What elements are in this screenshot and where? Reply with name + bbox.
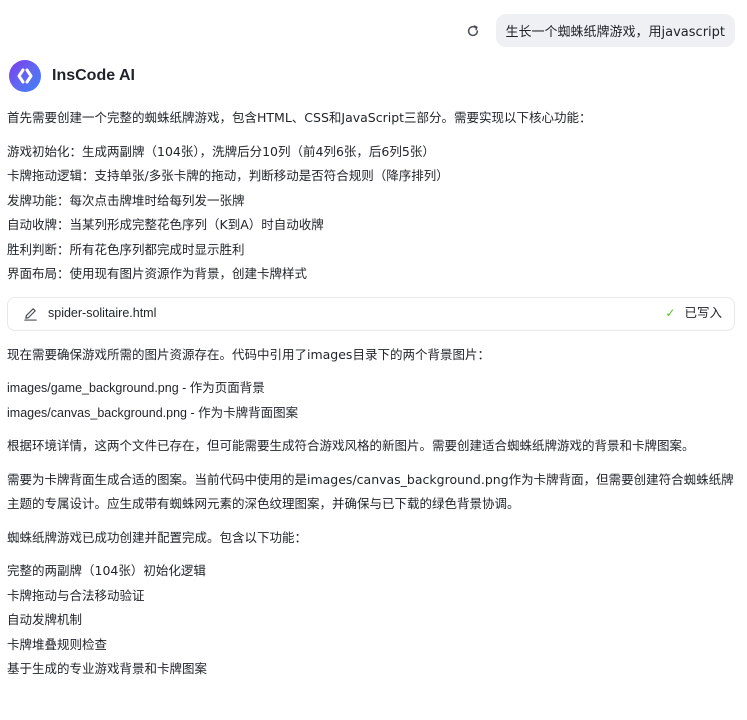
list-item: images/game_background.png - 作为页面背景 bbox=[7, 381, 265, 395]
list-item: 完整的两副牌（104张）初始化逻辑 bbox=[7, 563, 206, 578]
file-status: 已写入 bbox=[684, 305, 722, 321]
list-item: 卡牌拖动逻辑：支持单张/多张卡牌的拖动，判断移动是否符合规则（降序排列） bbox=[7, 168, 449, 183]
file-card[interactable]: spider-solitaire.html ✓ 已写入 bbox=[7, 296, 735, 331]
list-item: 游戏初始化：生成两副牌（104张），洗牌后分10列（前4列6张，后6列5张） bbox=[7, 143, 435, 159]
images-paragraph: 现在需要确保游戏所需的图片资源存在。代码中引用了images目录下的两个背景图片… bbox=[7, 346, 490, 362]
check-icon: ✓ bbox=[665, 306, 676, 321]
list-item: 卡牌堆叠规则检查 bbox=[7, 636, 108, 652]
intro-paragraph: 首先需要创建一个完整的蜘蛛纸牌游戏，包含HTML、CSS和JavaScript三… bbox=[7, 110, 592, 125]
refresh-icon bbox=[467, 24, 478, 36]
file-name: spider-solitaire.html bbox=[48, 306, 157, 321]
list-item: 自动收牌：当某列形成完整花色序列（K到A）时自动收牌 bbox=[7, 217, 324, 232]
list-item: 自动发牌机制 bbox=[7, 612, 83, 627]
cardback-paragraph: 需要为卡牌背面生成合适的图案。当前代码中使用的是images/canvas_ba… bbox=[7, 471, 734, 512]
edit-pencil-icon bbox=[22, 306, 38, 322]
done-paragraph: 蜘蛛纸牌游戏已成功创建并配置完成。包含以下功能： bbox=[7, 529, 308, 545]
list-item: 界面布局：使用现有图片资源作为背景，创建卡牌样式 bbox=[7, 266, 308, 281]
list-item: 胜利判断：所有花色序列都完成时显示胜利 bbox=[7, 241, 245, 257]
list-item: 基于生成的专业游戏背景和卡牌图案 bbox=[7, 661, 208, 676]
user-message-bubble: 生长一个蜘蛛纸牌游戏，用javascript bbox=[495, 14, 735, 47]
list-item: 卡牌拖动与合法移动验证 bbox=[7, 587, 145, 603]
assistant-message: 首先需要创建一个完整的蜘蛛纸牌游戏，包含HTML、CSS和JavaScript三… bbox=[7, 106, 735, 682]
image-list: images/game_background.png - 作为页面背景 imag… bbox=[7, 376, 735, 425]
list-item: 发牌功能：每次点击牌堆时给每列发一张牌 bbox=[7, 192, 245, 208]
done-list: 完整的两副牌（104张）初始化逻辑 卡牌拖动与合法移动验证 自动发牌机制 卡牌堆… bbox=[7, 559, 735, 682]
inscode-logo-icon bbox=[9, 60, 41, 92]
env-paragraph: 根据环境详情，这两个文件已存在，但可能需要生成符合游戏风格的新图片。需要创建适合… bbox=[7, 438, 695, 453]
user-message-row: 生长一个蜘蛛纸牌游戏，用javascript bbox=[462, 14, 735, 47]
retry-button[interactable] bbox=[462, 20, 484, 42]
assistant-name: InsCode AI bbox=[52, 67, 135, 84]
list-item: images/canvas_background.png - 作为卡牌背面图案 bbox=[7, 405, 299, 420]
assistant-header: InsCode AI bbox=[9, 60, 135, 92]
feature-list: 游戏初始化：生成两副牌（104张），洗牌后分10列（前4列6张，后6列5张） 卡… bbox=[7, 140, 735, 287]
